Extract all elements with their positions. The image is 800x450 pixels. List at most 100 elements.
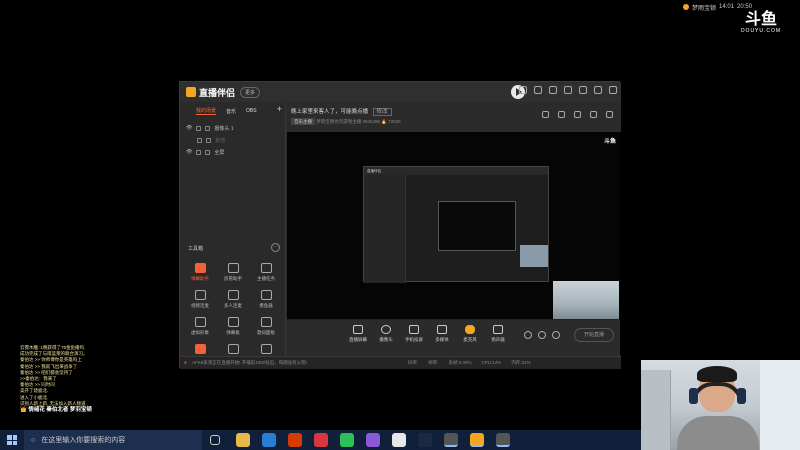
status-stat: 丢帧:0.00% — [448, 360, 472, 365]
edit-title-button[interactable]: 修改 — [372, 108, 392, 116]
tab-my-scenes[interactable]: 我的场景 — [196, 107, 217, 115]
button-label: 扬声器 — [491, 337, 505, 342]
speaker-button[interactable]: 扬声器 — [483, 325, 513, 343]
location-icon[interactable] — [590, 111, 597, 118]
tool-label: 弹幕助手 — [191, 276, 209, 281]
button-label: 摄像头 — [379, 337, 393, 342]
overlay-status-line: 梦雨宝顿 14:01 20:50 — [683, 2, 800, 12]
shirt-icon[interactable] — [549, 86, 557, 94]
explorer-icon[interactable] — [236, 433, 250, 447]
status-bar: ● AFK8表演正在直播开始! 开播前1000钻石，每期送有火箭! 码率: 帧率:… — [180, 356, 621, 369]
share-icon[interactable] — [606, 111, 613, 118]
app-badge-button[interactable]: 更多 — [240, 86, 261, 98]
add-scene-button[interactable]: + — [277, 104, 282, 114]
toolbox-more-button[interactable]: ··· — [271, 243, 280, 252]
share-screen-icon[interactable] — [574, 111, 581, 118]
app-titlebar: 直播伴侣 更多 — [180, 82, 621, 102]
netease-music-icon[interactable] — [314, 433, 328, 447]
home-icon[interactable] — [542, 111, 549, 118]
info-bar-actions — [542, 111, 613, 118]
tool-label: 视频连麦 — [191, 303, 209, 308]
lock-icon[interactable] — [558, 111, 565, 118]
tool-label: 弹幕板 — [226, 330, 240, 335]
room-meta-row: 音乐主播 梦雨宝顿也玩游戏主播 3945495 🔥 72536 — [291, 118, 401, 125]
start-tile — [7, 440, 12, 445]
fans-icon — [227, 344, 239, 354]
webcam-door — [641, 370, 671, 450]
scene-item-other[interactable]: 其他 — [186, 134, 282, 146]
scene-item-camera[interactable]: 👁 摄像头 1 — [186, 122, 282, 134]
douyu-dot-icon — [683, 4, 689, 10]
tool-group[interactable]: 多人连麦 — [218, 290, 248, 316]
media-button[interactable]: 多媒体 — [427, 325, 457, 343]
room-heat: 72536 — [388, 119, 401, 124]
room-category-button[interactable]: 音乐主播 — [291, 118, 315, 125]
tool-task[interactable]: 主播任务 — [251, 263, 281, 289]
status-message[interactable]: AFK8表演正在直播开始! 开播前1000钻石，每期送有火箭! — [192, 360, 307, 366]
overlay-time-b: 20:50 — [737, 4, 753, 10]
settings-icon[interactable] — [552, 331, 560, 339]
camera-button[interactable]: 摄像头 — [371, 325, 401, 343]
nested-preview — [438, 201, 516, 251]
start-live-button[interactable]: 开始直播 — [574, 328, 614, 342]
taskbar-search[interactable]: ○ 在这里输入你要搜索的内容 — [24, 430, 202, 450]
scene-item-label: 全屏 — [214, 149, 225, 156]
eye-icon[interactable]: 👁 — [186, 149, 192, 155]
tab-music[interactable]: 音乐 — [226, 108, 236, 115]
tool-danmu[interactable]: 弹幕助手 — [185, 263, 215, 289]
office-icon[interactable] — [288, 433, 302, 447]
source-toolbar: 直播屏幕 摄像头 手机投屏 多媒体 麦克风 扬声器 开始直播 — [287, 320, 620, 354]
more-icon — [260, 344, 272, 354]
lock-icon[interactable] — [196, 125, 202, 131]
app-title: 直播伴侣 — [199, 87, 236, 98]
room-meta: 梦雨宝顿也玩游戏主播 3945495 — [316, 119, 381, 124]
lock-icon[interactable] — [197, 137, 202, 143]
fish-icon — [260, 290, 272, 300]
obs-icon[interactable] — [444, 433, 458, 447]
tab-obs[interactable]: OBS — [246, 108, 257, 114]
title-controls — [519, 86, 617, 94]
screen-capture-button[interactable]: 直播屏幕 — [343, 325, 373, 343]
tool-avatar[interactable]: 虚拟形象 — [185, 317, 215, 343]
chrome-icon[interactable] — [392, 433, 406, 447]
mail-icon[interactable] — [534, 86, 542, 94]
mail-icon[interactable] — [262, 433, 276, 447]
fullscreen-source-icon — [205, 149, 211, 155]
microphone-button[interactable]: 麦克风 — [455, 325, 485, 343]
eye-icon[interactable]: 👁 — [186, 125, 192, 131]
scene-item-fullscreen[interactable]: 👁 全屏 — [186, 146, 282, 158]
tool-lyrics[interactable]: 歌词面板 — [251, 317, 281, 343]
tool-board[interactable]: 弹幕板 — [218, 317, 248, 343]
start-tile — [12, 440, 17, 445]
close-icon[interactable] — [609, 86, 617, 94]
minimize-icon[interactable] — [579, 86, 587, 94]
phone-cast-button[interactable]: 手机投屏 — [399, 325, 429, 343]
preview-webcam — [553, 281, 619, 319]
visual-studio-icon[interactable] — [366, 433, 380, 447]
obs2-icon[interactable] — [496, 433, 510, 447]
maximize-icon[interactable] — [594, 86, 602, 94]
steam-icon[interactable] — [418, 433, 432, 447]
task-view-icon[interactable] — [210, 435, 220, 445]
tool-label: 多人连麦 — [224, 303, 242, 308]
group-icon — [227, 290, 239, 300]
lock-icon[interactable] — [196, 149, 202, 155]
status-stat: 帧率: — [428, 360, 439, 365]
wechat-icon[interactable] — [340, 433, 354, 447]
replay-icon — [194, 344, 206, 354]
start-button[interactable] — [7, 435, 17, 445]
douyu-companion-icon[interactable] — [470, 433, 484, 447]
task-icon — [260, 263, 272, 273]
tool-video[interactable]: 视频连麦 — [185, 290, 215, 316]
fire-icon: 🔥 — [381, 119, 387, 124]
danmu-icon — [194, 263, 206, 273]
record-icon[interactable] — [524, 331, 532, 339]
douyu-logo-domain: DOUYU.COM — [740, 28, 782, 34]
tool-user[interactable]: 房管助手 — [218, 263, 248, 289]
replay-icon[interactable] — [538, 331, 546, 339]
preview-nested-app: 直播伴侣 — [363, 166, 549, 283]
message-icon[interactable] — [519, 86, 527, 94]
tool-fish[interactable]: 摸鱼器 — [251, 290, 281, 316]
search-placeholder: 在这里输入你要搜索的内容 — [41, 437, 126, 444]
menu-icon[interactable] — [564, 86, 572, 94]
